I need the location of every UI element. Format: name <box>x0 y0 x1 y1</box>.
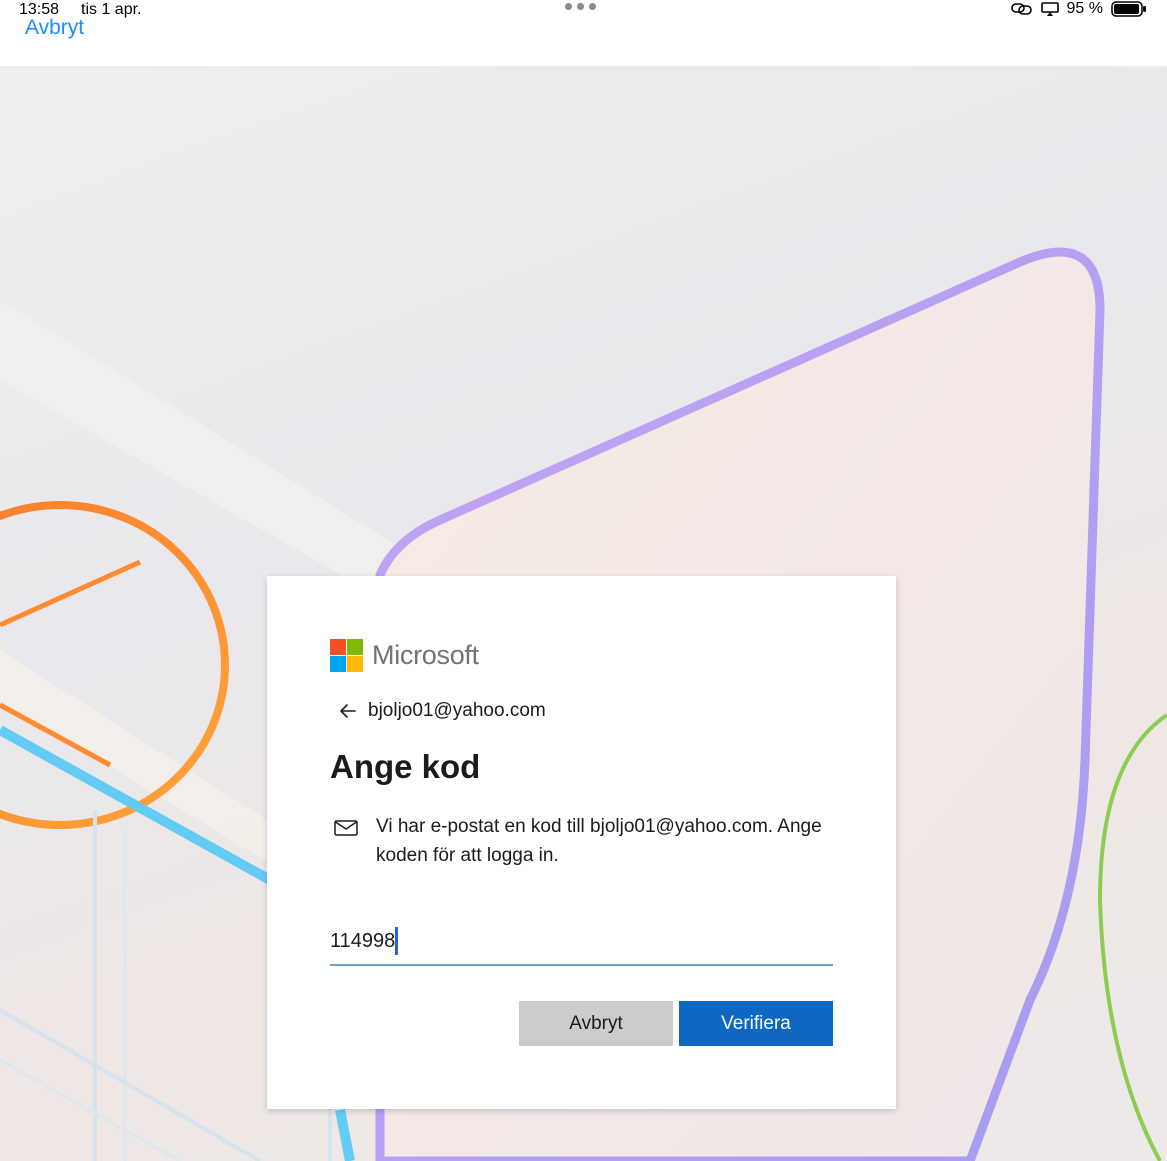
mail-icon <box>334 820 358 836</box>
page-title: Ange kod <box>330 748 481 785</box>
code-input[interactable]: 114998 <box>330 922 833 966</box>
microsoft-logo-icon <box>330 639 363 672</box>
brand-name: Microsoft <box>372 640 479 670</box>
cancel-button[interactable]: Avbryt <box>519 1001 673 1046</box>
code-value[interactable]: 114998 <box>330 930 395 953</box>
status-indicators: 95 % <box>1010 0 1147 18</box>
battery-percent: 95 % <box>1066 0 1103 17</box>
display-icon <box>1040 2 1059 16</box>
verify-button[interactable]: Verifiera <box>679 1001 833 1046</box>
dots-icon[interactable] <box>565 3 596 10</box>
description-text: Vi har e-postat en kod till bjoljo01@yah… <box>376 816 822 866</box>
back-to-identity[interactable]: bjoljo01@yahoo.com <box>337 700 546 722</box>
microsoft-logo: Microsoft <box>330 639 479 672</box>
status-date: tis 1 apr. <box>81 1 142 18</box>
nav-cancel-link[interactable]: Avbryt <box>25 16 84 40</box>
text-caret <box>395 927 399 955</box>
screen-mirror-icon <box>1010 3 1032 15</box>
back-arrow-icon[interactable] <box>337 700 359 722</box>
identity-email: bjoljo01@yahoo.com <box>368 700 546 721</box>
code-value-wrapper[interactable]: 114998 <box>330 927 399 955</box>
sign-in-card: Microsoft bjoljo01@yahoo.com Ange kod Vi… <box>267 576 896 1109</box>
status-bar: 13:58 tis 1 apr. 95 % <box>0 0 1167 22</box>
battery-icon <box>1111 1 1146 17</box>
